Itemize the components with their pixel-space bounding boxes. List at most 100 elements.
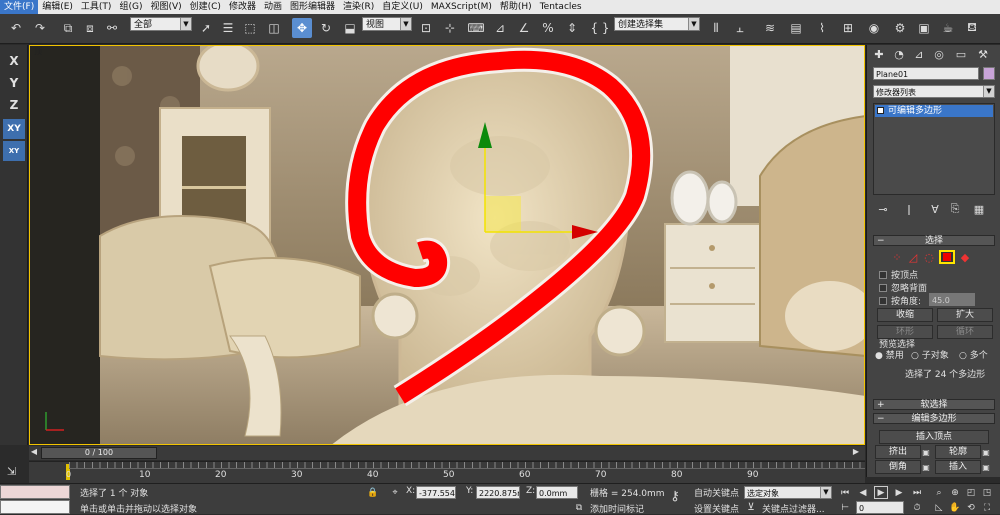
outline-button[interactable]: 轮廓 bbox=[935, 445, 981, 459]
current-frame-field[interactable]: 0 bbox=[856, 501, 904, 514]
keyboard-shortcut-icon[interactable]: ⌨ bbox=[466, 18, 486, 38]
loop-button[interactable]: 循环 bbox=[937, 325, 993, 339]
object-name-field[interactable]: Plane01 bbox=[873, 67, 979, 80]
percent-snap-icon[interactable]: % bbox=[538, 18, 558, 38]
hierarchy-tab-icon[interactable]: ⊿ bbox=[911, 47, 927, 61]
expand-icon[interactable] bbox=[877, 107, 884, 114]
time-config-icon[interactable]: ⏱ bbox=[910, 501, 924, 514]
select-by-name-icon[interactable]: ☰ bbox=[218, 18, 238, 38]
menu-help[interactable]: 帮助(H) bbox=[496, 0, 536, 14]
vertex-mode-icon[interactable]: ⁘ bbox=[889, 250, 905, 264]
by-vertex-checkbox[interactable]: 按顶点 bbox=[879, 268, 918, 281]
next-frame-icon[interactable]: ▶ bbox=[851, 447, 861, 459]
menu-file[interactable]: 文件(F) bbox=[0, 0, 39, 14]
play-icon[interactable]: ▶ bbox=[874, 486, 888, 499]
create-tab-icon[interactable]: ✚ bbox=[871, 47, 887, 61]
key-filters-button[interactable]: 关键点过滤器... bbox=[762, 502, 825, 515]
inset-settings-icon[interactable]: ▣ bbox=[981, 460, 991, 474]
field-of-view-icon[interactable]: ◺ bbox=[932, 501, 946, 514]
selection-lock-icon[interactable]: 🔒 bbox=[366, 486, 380, 499]
previous-frame-icon[interactable]: ◀ bbox=[856, 486, 870, 499]
rendered-frame-icon[interactable]: ▣ bbox=[914, 18, 934, 38]
named-selection-dropdown[interactable]: 创建选择集 ▼ bbox=[614, 17, 700, 31]
key-mode-dropdown[interactable]: 选定对象 ▼ bbox=[744, 486, 832, 499]
select-object-icon[interactable]: ➚ bbox=[196, 18, 216, 38]
x-coord-field[interactable]: -377.554m bbox=[416, 486, 456, 499]
soft-selection-rollout-header[interactable]: + 软选择 bbox=[873, 399, 995, 410]
layer-manager-icon[interactable]: ≋ bbox=[760, 18, 780, 38]
inset-button[interactable]: 插入 bbox=[935, 460, 981, 474]
maxscript-listener-field[interactable] bbox=[0, 485, 70, 499]
border-mode-icon[interactable]: ◌ bbox=[921, 250, 937, 264]
edge-mode-icon[interactable]: ◿ bbox=[905, 250, 921, 264]
menu-customize[interactable]: 自定义(U) bbox=[378, 0, 427, 14]
menu-tools[interactable]: 工具(T) bbox=[77, 0, 116, 14]
bevel-button[interactable]: 倒角 bbox=[875, 460, 921, 474]
zoom-icon[interactable]: ⌕ bbox=[932, 486, 946, 499]
select-move-icon[interactable]: ✥ bbox=[292, 18, 312, 38]
zoom-extents-icon[interactable]: ◰ bbox=[964, 486, 978, 499]
auto-key-button[interactable]: 自动关键点 bbox=[694, 486, 739, 499]
preview-off-radio[interactable]: ● 禁用 bbox=[875, 348, 904, 361]
constrain-x-button[interactable]: X bbox=[3, 51, 25, 71]
spinner-snap-icon[interactable]: ⇕ bbox=[562, 18, 582, 38]
configure-sets-icon[interactable]: ▦ bbox=[971, 202, 987, 216]
maximize-viewport-icon[interactable]: ⛶ bbox=[980, 501, 994, 514]
next-frame-button-icon[interactable]: ▶ bbox=[892, 486, 906, 499]
menu-modifiers[interactable]: 修改器 bbox=[225, 0, 260, 14]
outline-settings-icon[interactable]: ▣ bbox=[981, 445, 991, 459]
preview-multi-radio[interactable]: ○ 多个 bbox=[959, 348, 988, 361]
zoom-all-icon[interactable]: ⊕ bbox=[948, 486, 962, 499]
polygon-mode-button[interactable] bbox=[939, 250, 955, 264]
edit-polygons-rollout-header[interactable]: − 编辑多边形 bbox=[873, 413, 995, 424]
preview-subobject-radio[interactable]: ○ 子对象 bbox=[911, 348, 949, 361]
zoom-extents-all-icon[interactable]: ◳ bbox=[980, 486, 994, 499]
modifier-list-dropdown[interactable]: 修改器列表 ▼ bbox=[873, 85, 995, 98]
z-coord-field[interactable]: 0.0mm bbox=[536, 486, 578, 499]
stack-item-editable-poly[interactable]: 可编辑多边形 bbox=[875, 105, 993, 117]
constrain-y-button[interactable]: Y bbox=[3, 73, 25, 93]
time-tag-icon[interactable]: ⧉ bbox=[572, 501, 586, 514]
bevel-settings-icon[interactable]: ▣ bbox=[921, 460, 931, 474]
make-unique-icon[interactable]: ∀ bbox=[927, 202, 943, 216]
graphite-tools-icon[interactable]: ▤ bbox=[786, 18, 806, 38]
edit-named-sets-icon[interactable]: { } bbox=[590, 18, 610, 38]
maxscript-input-field[interactable] bbox=[0, 500, 70, 514]
select-manipulate-icon[interactable]: ⊹ bbox=[440, 18, 460, 38]
prev-frame-icon[interactable]: ◀ bbox=[29, 447, 39, 459]
align-icon[interactable]: ⫠ bbox=[730, 18, 750, 38]
ignore-backfacing-checkbox[interactable]: 忽略背面 bbox=[879, 281, 927, 294]
schematic-view-icon[interactable]: ⊞ bbox=[838, 18, 858, 38]
select-link-icon[interactable]: ⧉ bbox=[58, 18, 78, 38]
constrain-z-button[interactable]: Z bbox=[3, 95, 25, 115]
remove-modifier-icon[interactable]: ⎘ bbox=[947, 202, 963, 216]
pivot-center-icon[interactable]: ⊡ bbox=[416, 18, 436, 38]
insert-vertex-button[interactable]: 插入顶点 bbox=[879, 430, 989, 444]
key-mode-toggle-icon[interactable]: ⊢ bbox=[838, 501, 852, 514]
render-iterative-icon[interactable]: ⛾ bbox=[962, 18, 982, 38]
undo-icon[interactable]: ↶ bbox=[6, 18, 26, 38]
extrude-button[interactable]: 挤出 bbox=[875, 445, 921, 459]
track-bar[interactable]: ⇲ 10 20 30 40 50 60 70 80 90 0 bbox=[7, 461, 865, 483]
selection-rollout-header[interactable]: − 选择 bbox=[873, 235, 995, 246]
show-end-result-icon[interactable]: ǀ bbox=[901, 202, 917, 216]
time-slider[interactable]: ◀ 0 / 100 ▶ bbox=[29, 446, 865, 460]
mirror-icon[interactable]: ⫴ bbox=[706, 18, 726, 38]
viewport-top[interactable]: 顶 bbox=[29, 45, 865, 445]
add-time-tag-button[interactable]: 添加时间标记 bbox=[590, 502, 644, 515]
motion-tab-icon[interactable]: ◎ bbox=[931, 47, 947, 61]
constrain-plane-button[interactable]: XY bbox=[3, 141, 25, 161]
y-coord-field[interactable]: 2220.875m bbox=[476, 486, 520, 499]
gizmo-plane-handle[interactable] bbox=[485, 196, 521, 232]
constrain-xy-button[interactable]: XY bbox=[3, 119, 25, 139]
key-icon[interactable]: ⚷ bbox=[668, 489, 682, 504]
render-production-icon[interactable]: ☕ bbox=[938, 18, 958, 38]
angle-snap-icon[interactable]: ∠ bbox=[514, 18, 534, 38]
utilities-tab-icon[interactable]: ⚒ bbox=[975, 47, 991, 61]
menu-group[interactable]: 组(G) bbox=[115, 0, 146, 14]
bind-spacewarp-icon[interactable]: ⚯ bbox=[102, 18, 122, 38]
reference-coord-dropdown[interactable]: 视图 ▼ bbox=[362, 17, 412, 31]
object-color-swatch[interactable] bbox=[983, 67, 995, 80]
absolute-mode-icon[interactable]: ⌖ bbox=[388, 486, 402, 499]
angle-spinner[interactable]: 45.0 bbox=[929, 293, 975, 306]
